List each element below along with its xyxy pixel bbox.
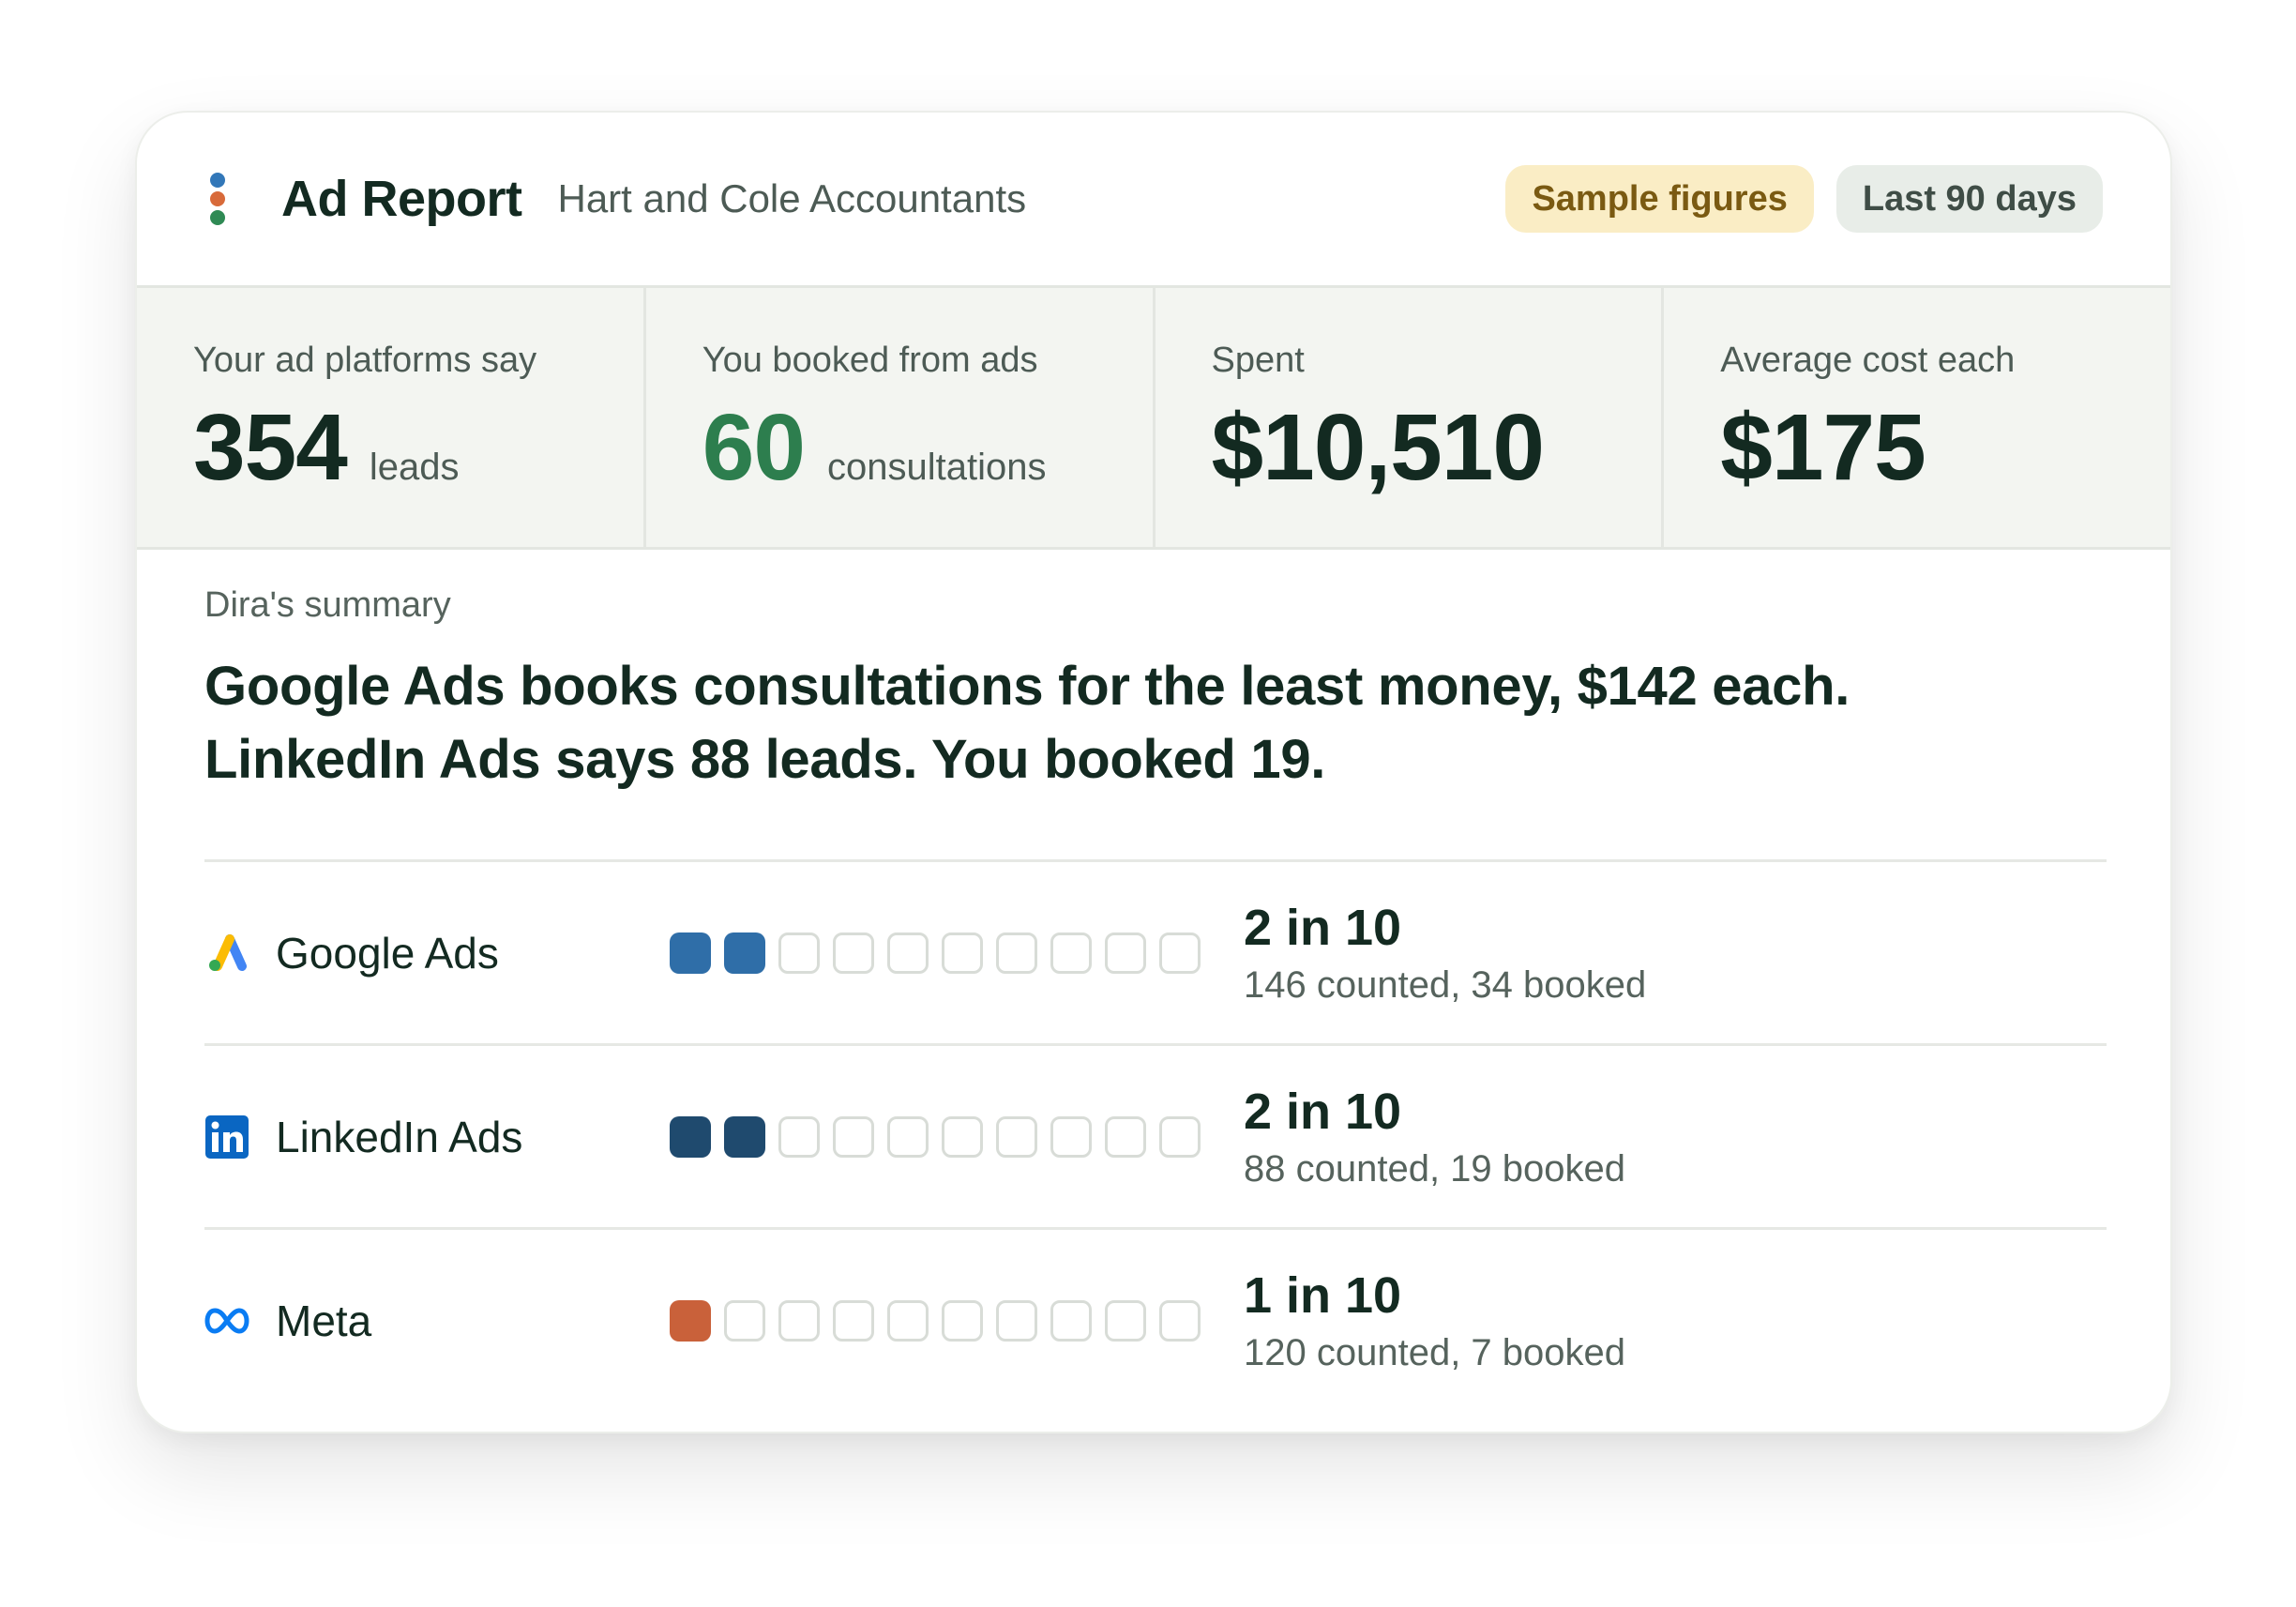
linkedin-icon (204, 1114, 249, 1160)
empty-square (942, 1115, 983, 1158)
empty-square (996, 1299, 1037, 1342)
stat-unit: consultations (826, 447, 1047, 488)
booking-ratio: 1 in 10 (1244, 1267, 1402, 1324)
booking-rate-boxes (670, 1299, 1214, 1342)
empty-square (1105, 932, 1146, 974)
stat-value: $175 (1720, 395, 1926, 500)
summary-section: Dira's summary Google Ads books consulta… (204, 585, 2107, 796)
empty-square (887, 1115, 929, 1158)
booked-square (670, 932, 711, 974)
stat-value: 60 (702, 395, 806, 500)
booked-square (670, 1115, 711, 1158)
empty-square (1159, 1115, 1201, 1158)
booked-square (670, 1299, 711, 1342)
platform-row-linkedin-ads[interactable]: LinkedIn Ads 2 in 10 88 counted, 19 book… (204, 1043, 2107, 1227)
platform-list: Google Ads 2 in 10 146 counted, 34 booke… (204, 859, 2107, 1411)
empty-square (996, 1115, 1037, 1158)
empty-square (778, 1115, 820, 1158)
platform-row-google-ads[interactable]: Google Ads 2 in 10 146 counted, 34 booke… (204, 859, 2107, 1043)
empty-square (942, 1299, 983, 1342)
stat-value: 354 (193, 395, 348, 500)
empty-square (833, 932, 874, 974)
empty-square (887, 932, 929, 974)
platform-name: Google Ads (276, 928, 499, 978)
empty-square (1105, 1115, 1146, 1158)
empty-square (1159, 932, 1201, 974)
booking-rate-boxes (670, 1115, 1214, 1158)
empty-square (1050, 1115, 1092, 1158)
stat-label: Spent (1211, 341, 1305, 380)
empty-square (1159, 1299, 1201, 1342)
empty-square (1050, 1299, 1092, 1342)
booked-square (724, 1115, 765, 1158)
empty-square (833, 1299, 874, 1342)
platform-name: LinkedIn Ads (276, 1112, 523, 1161)
sample-figures-badge: Sample figures (1505, 165, 1814, 233)
empty-square (724, 1299, 765, 1342)
empty-square (942, 932, 983, 974)
booking-rate-boxes (670, 932, 1214, 974)
stat-unit: leads (369, 447, 460, 488)
app-title: Ad Report (281, 171, 522, 227)
empty-square (833, 1115, 874, 1158)
booking-detail: 120 counted, 7 booked (1244, 1332, 1626, 1373)
empty-square (778, 932, 820, 974)
stat-booked-consultations: You booked from ads 60 consultations (646, 288, 1156, 547)
booking-ratio: 2 in 10 (1244, 1084, 1402, 1140)
platform-name: Meta (276, 1296, 372, 1345)
date-range-badge[interactable]: Last 90 days (1835, 165, 2103, 233)
platform-row-meta[interactable]: Meta 1 in 10 120 counted, 7 booked (204, 1227, 2107, 1411)
summary-text: Google Ads books consultations for the l… (204, 650, 2107, 796)
stat-platform-leads: Your ad platforms say 354 leads (137, 288, 646, 547)
empty-square (887, 1299, 929, 1342)
ad-report-card: Ad Report Hart and Cole Accountants Samp… (135, 111, 2172, 1433)
stat-value: $10,510 (1211, 395, 1545, 500)
client-name: Hart and Cole Accountants (557, 176, 1027, 220)
booking-detail: 146 counted, 34 booked (1244, 964, 1647, 1006)
stat-average-cost: Average cost each $175 (1664, 288, 2170, 547)
empty-square (996, 932, 1037, 974)
empty-square (1105, 1299, 1146, 1342)
google-ads-icon (204, 931, 249, 976)
empty-square (1050, 932, 1092, 974)
booking-ratio: 2 in 10 (1244, 900, 1402, 956)
booked-square (724, 932, 765, 974)
meta-icon (204, 1298, 249, 1343)
stats-band: Your ad platforms say 354 leads You book… (137, 285, 2170, 550)
empty-square (778, 1299, 820, 1342)
report-header: Ad Report Hart and Cole Accountants Samp… (137, 113, 2170, 285)
summary-line-1: Google Ads books consultations for the l… (204, 656, 1850, 717)
summary-line-2: LinkedIn Ads says 88 leads. You booked 1… (204, 729, 1326, 790)
stat-spent: Spent $10,510 (1156, 288, 1665, 547)
stat-label: You booked from ads (702, 341, 1038, 380)
stat-label: Average cost each (1720, 341, 2016, 380)
summary-label: Dira's summary (204, 585, 451, 625)
stat-label: Your ad platforms say (193, 341, 537, 380)
booking-detail: 88 counted, 19 booked (1244, 1148, 1626, 1190)
app-logo-icon (204, 173, 229, 225)
